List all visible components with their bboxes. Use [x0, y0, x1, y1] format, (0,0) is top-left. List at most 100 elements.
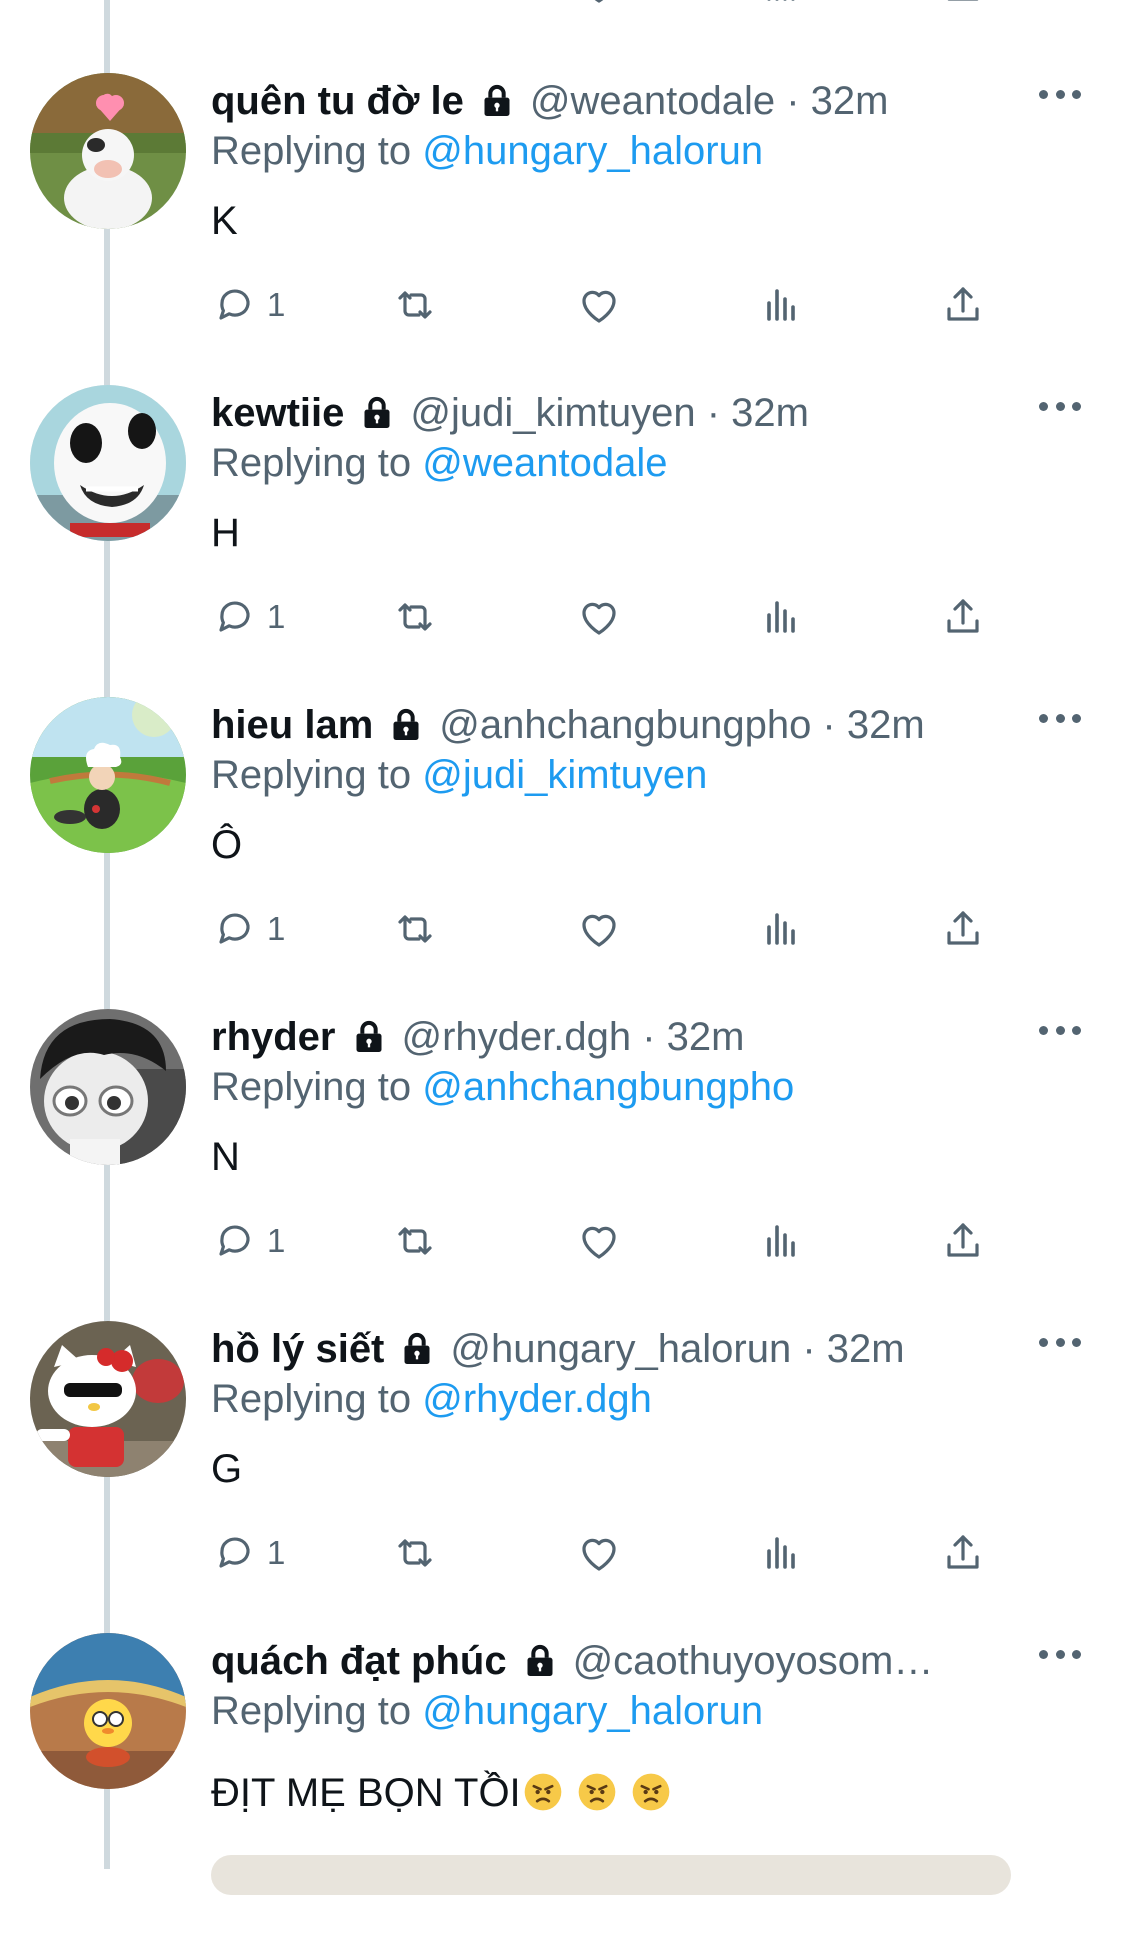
reply-button[interactable]: 1 [211, 1528, 285, 1578]
share-button[interactable] [939, 1528, 987, 1578]
share-button[interactable] [939, 1216, 987, 1266]
views-button[interactable] [757, 280, 805, 330]
lock-icon [519, 1641, 561, 1681]
replying-label: Replying to [211, 753, 412, 797]
share-icon [939, 1529, 987, 1577]
reply-icon [211, 1217, 259, 1265]
views-icon [757, 0, 805, 9]
retweet-button[interactable] [391, 280, 439, 330]
views-icon [757, 1217, 805, 1265]
like-icon [575, 593, 623, 641]
avatar[interactable] [30, 1009, 186, 1165]
retweet-button[interactable] [391, 1528, 439, 1578]
handle-timestamp[interactable]: @judi_kimtuyen · 32m [410, 385, 809, 441]
retweet-icon [391, 1217, 439, 1265]
views-button[interactable] [757, 1528, 805, 1578]
reply-button[interactable]: 1 [211, 1216, 285, 1266]
display-name[interactable]: hồ lý siết [211, 1321, 384, 1377]
like-button[interactable] [575, 0, 623, 10]
reply-button[interactable]: 1 [211, 280, 285, 330]
tweet[interactable]: hồ lý siết @hungary_halorun · 32m Replyi… [0, 1321, 1125, 1633]
like-button[interactable] [575, 592, 623, 642]
tweet-text-content: ĐỊT MẸ BỌN TỒI [211, 1771, 521, 1815]
handle-timestamp[interactable]: @hungary_halorun · 32m [450, 1321, 904, 1377]
avatar[interactable] [30, 385, 186, 541]
mention-link[interactable]: @hungary_halorun [422, 1689, 763, 1733]
media-preview[interactable] [211, 1855, 1011, 1895]
doll-avatar [30, 1009, 186, 1165]
retweet-icon [391, 0, 439, 9]
angry-face-icon [631, 1772, 671, 1812]
views-button[interactable] [757, 1216, 805, 1266]
more-icon[interactable] [1039, 703, 1081, 733]
replying-to: Replying to @judi_kimtuyen [211, 747, 707, 803]
reply-button[interactable]: 1 [211, 904, 285, 954]
retweet-icon [391, 593, 439, 641]
lock-icon [476, 81, 518, 121]
more-icon[interactable] [1039, 1639, 1081, 1669]
share-button[interactable] [939, 904, 987, 954]
replying-label: Replying to [211, 1065, 412, 1109]
handle-timestamp[interactable]: @rhyder.dgh · 32m [402, 1009, 745, 1065]
share-button[interactable] [939, 280, 987, 330]
like-button[interactable] [575, 1216, 623, 1266]
avatar[interactable] [30, 1321, 186, 1477]
display-name[interactable]: rhyder [211, 1009, 336, 1065]
more-icon[interactable] [1039, 1015, 1081, 1045]
tweet[interactable]: quách đạt phúc @caothuyoyosomo… Replying… [0, 1633, 1125, 1945]
views-button[interactable] [757, 592, 805, 642]
handle-timestamp[interactable]: @caothuyoyosomo… [573, 1633, 945, 1689]
share-icon [939, 593, 987, 641]
replying-label: Replying to [211, 129, 412, 173]
mention-link[interactable]: @judi_kimtuyen [422, 753, 707, 797]
handle-timestamp[interactable]: @weantodale · 32m [530, 73, 889, 129]
reply-count: 1 [267, 1222, 286, 1259]
retweet-button[interactable] [391, 1216, 439, 1266]
display-name[interactable]: quên tu đờ le [211, 73, 464, 129]
previous-tweet-actions [0, 0, 1125, 20]
mention-link[interactable]: @rhyder.dgh [422, 1377, 652, 1421]
angry-face-icon [577, 1772, 617, 1812]
avatar[interactable] [30, 1633, 186, 1789]
mention-link[interactable]: @hungary_halorun [422, 129, 763, 173]
reply-button[interactable] [211, 0, 259, 10]
retweet-button[interactable] [391, 904, 439, 954]
reply-icon [211, 281, 259, 329]
handle-timestamp[interactable]: @anhchangbungpho · 32m [439, 697, 924, 753]
tweet[interactable]: rhyder @rhyder.dgh · 32m Replying to @an… [0, 1009, 1125, 1321]
mention-link[interactable]: @weantodale [422, 441, 667, 485]
like-icon [575, 281, 623, 329]
more-icon[interactable] [1039, 391, 1081, 421]
more-icon[interactable] [1039, 1327, 1081, 1357]
display-name[interactable]: hieu lam [211, 697, 373, 753]
hello-kitty-avatar [30, 1321, 186, 1477]
display-name[interactable]: quách đạt phúc [211, 1633, 507, 1689]
tweet[interactable]: quên tu đờ le @weantodale · 32m Replying… [0, 73, 1125, 385]
reply-icon [211, 1529, 259, 1577]
tweet[interactable]: hieu lam @anhchangbungpho · 32m Replying… [0, 697, 1125, 1009]
tweet-text: N [211, 1135, 240, 1179]
mention-link[interactable]: @anhchangbungpho [422, 1065, 794, 1109]
share-button[interactable] [939, 592, 987, 642]
views-button[interactable] [757, 0, 805, 10]
avatar[interactable] [30, 697, 186, 853]
retweet-button[interactable] [391, 0, 439, 10]
like-button[interactable] [575, 280, 623, 330]
retweet-button[interactable] [391, 592, 439, 642]
replying-to: Replying to @hungary_halorun [211, 1683, 763, 1739]
display-name[interactable]: kewtiie [211, 385, 344, 441]
tweety-avatar [30, 1633, 186, 1789]
more-icon[interactable] [1039, 79, 1081, 109]
views-icon [757, 593, 805, 641]
tweet[interactable]: kewtiie @judi_kimtuyen · 32m Replying to… [0, 385, 1125, 697]
reply-count: 1 [267, 1534, 286, 1571]
views-button[interactable] [757, 904, 805, 954]
like-icon [575, 0, 623, 9]
share-button[interactable] [939, 0, 987, 10]
avatar[interactable] [30, 73, 186, 229]
reply-count: 1 [267, 910, 286, 947]
reply-button[interactable]: 1 [211, 592, 285, 642]
reply-icon [211, 905, 259, 953]
like-button[interactable] [575, 1528, 623, 1578]
like-button[interactable] [575, 904, 623, 954]
